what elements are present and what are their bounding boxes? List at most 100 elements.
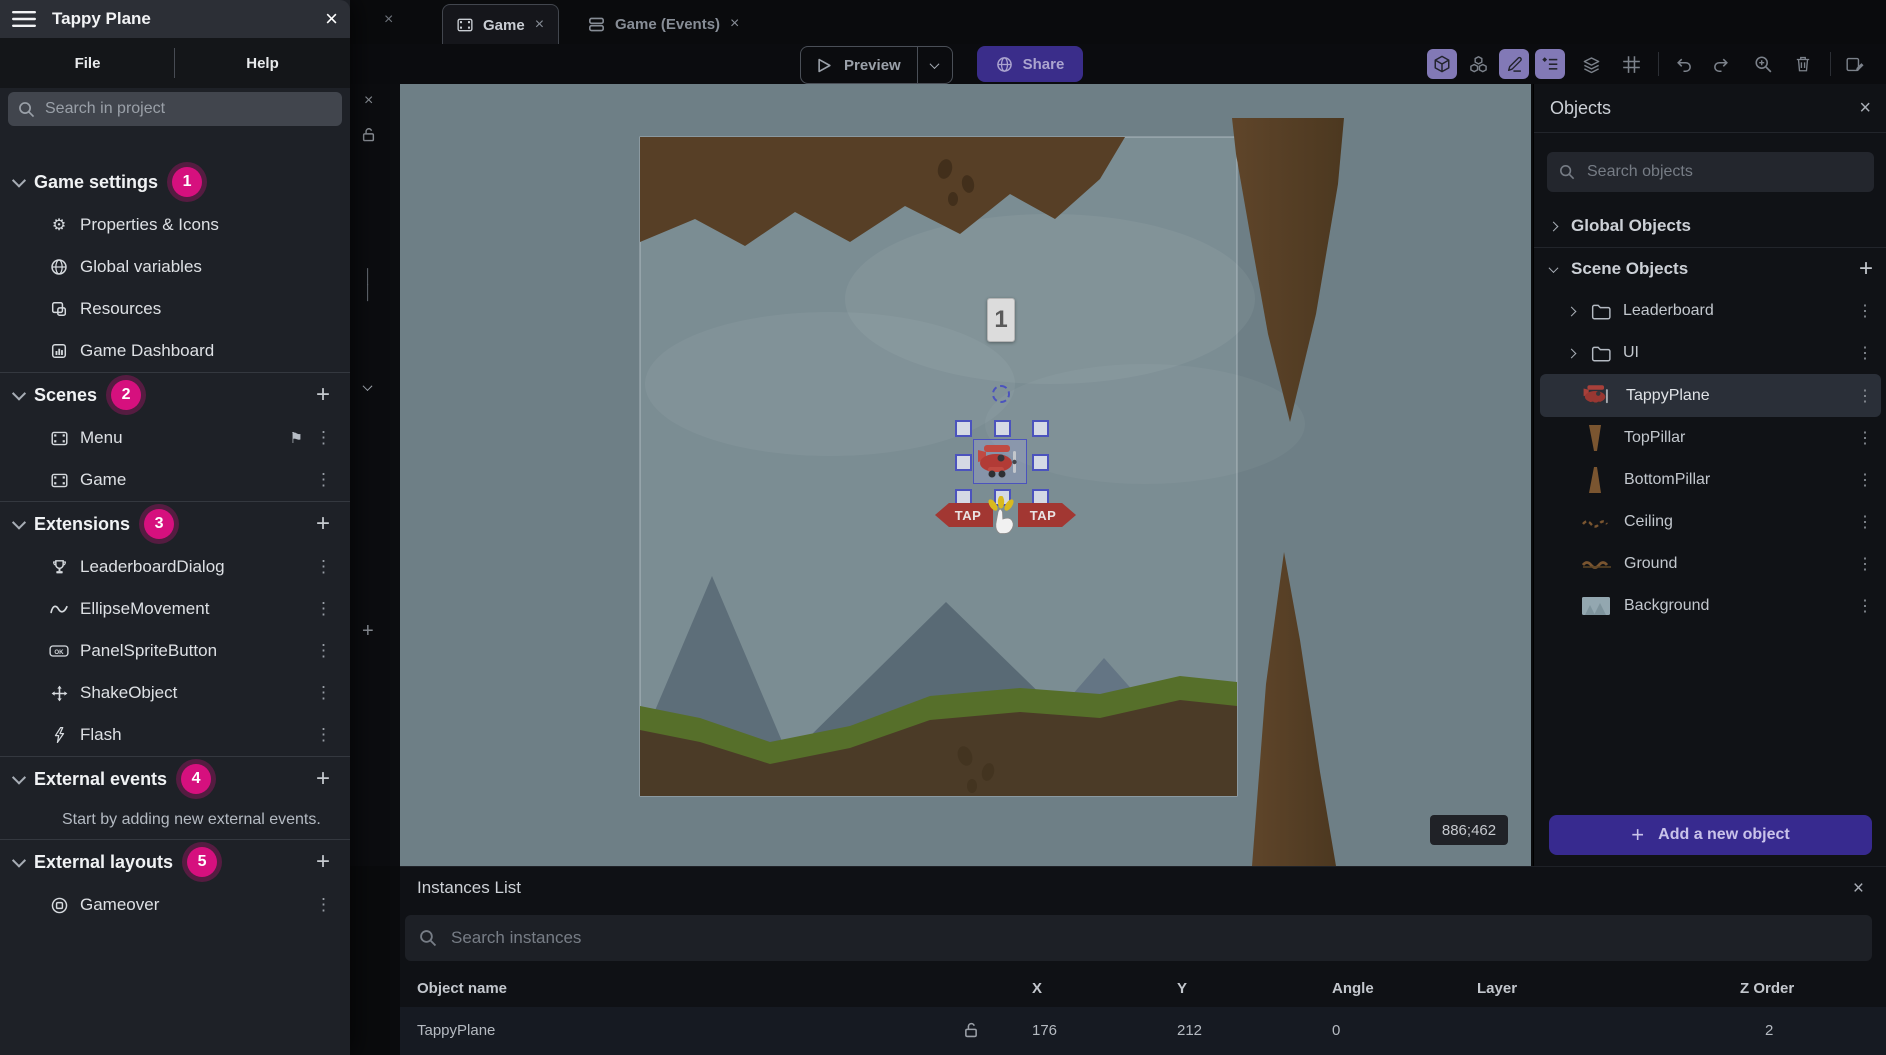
kebab-menu-icon[interactable]: ⋮ [315,557,332,577]
delete-button[interactable] [1788,49,1818,79]
kebab-menu-icon[interactable]: ⋮ [315,725,332,745]
resize-handle-w[interactable] [955,454,972,471]
object-folder-leaderboard[interactable]: Leaderboard ⋮ [1534,290,1886,332]
add-scene-button[interactable]: + [316,381,336,409]
kebab-menu-icon[interactable]: ⋮ [315,470,332,490]
hamburger-menu-icon[interactable] [12,10,36,28]
col-x[interactable]: X [1032,980,1042,997]
rotation-handle[interactable] [992,385,1010,403]
lock-icon[interactable] [360,126,377,143]
item-ext-ellipsemovement[interactable]: EllipseMovement ⋮ [0,588,350,630]
project-search-input[interactable] [43,99,332,119]
selected-plane-instance[interactable] [973,439,1027,484]
add-external-event-button[interactable]: + [316,765,336,793]
objects-group-scene[interactable]: Scene Objects + [1534,248,1886,290]
tab-game-events[interactable]: Game (Events) × [574,4,753,44]
zoom-button[interactable] [1748,49,1778,79]
preview-button[interactable]: Preview [800,46,953,84]
item-ext-panelspritebutton[interactable]: OK PanelSpriteButton ⋮ [0,630,350,672]
tab-game[interactable]: Game × [442,4,559,45]
section-scenes[interactable]: Scenes 2 + [0,373,350,417]
item-game-dashboard[interactable]: Game Dashboard [0,330,350,372]
objects-panel-toggle-button[interactable] [1427,49,1457,79]
objects-search-box[interactable] [1547,152,1874,192]
resize-handle-ne[interactable] [1032,420,1049,437]
item-resources[interactable]: Resources [0,288,350,330]
grid-toggle-button[interactable] [1616,49,1646,79]
layers-panel-toggle-button[interactable] [1576,49,1606,79]
tab-game-close-icon[interactable]: × [535,16,544,34]
item-layout-gameover[interactable]: Gameover ⋮ [0,884,350,926]
col-layer[interactable]: Layer [1477,980,1517,997]
kebab-menu-icon[interactable]: ⋮ [315,683,332,703]
tab-game-events-close-icon[interactable]: × [730,15,739,33]
hidden-tab-close-icon[interactable]: × [384,11,393,29]
menu-file[interactable]: File [0,55,175,72]
objects-search-input[interactable] [1585,162,1862,182]
kebab-menu-icon[interactable]: ⋮ [315,599,332,619]
properties-panel-toggle-button[interactable] [1499,49,1529,79]
kebab-menu-icon[interactable]: ⋮ [1857,428,1873,448]
kebab-menu-icon[interactable]: ⋮ [315,895,332,915]
item-scene-game[interactable]: Game ⋮ [0,459,350,501]
item-properties-icons[interactable]: ⚙ Properties & Icons [0,204,350,246]
resize-handle-n[interactable] [994,420,1011,437]
scene-canvas[interactable]: 1 TAP TAP [400,84,1531,866]
share-button[interactable]: Share [977,46,1083,82]
section-external-layouts[interactable]: External layouts 5 + [0,840,350,884]
panel-close-icon[interactable]: × [364,92,373,110]
object-item-ceiling[interactable]: Ceiling ⋮ [1534,501,1886,543]
kebab-menu-icon[interactable]: ⋮ [1857,470,1873,490]
undo-button[interactable] [1668,49,1698,79]
preview-button-main[interactable]: Preview [801,47,917,83]
instances-search-input[interactable] [449,927,1858,949]
menu-help[interactable]: Help [175,55,350,72]
drawer-close-icon[interactable]: × [325,8,338,30]
item-global-variables[interactable]: Global variables [0,246,350,288]
object-folder-ui[interactable]: UI ⋮ [1534,332,1886,374]
section-external-events[interactable]: External events 4 + [0,757,350,801]
col-y[interactable]: Y [1177,980,1187,997]
object-item-background[interactable]: Background ⋮ [1534,585,1886,627]
object-item-tappyplane[interactable]: TappyPlane ⋮ [1534,374,1886,417]
add-external-layout-button[interactable]: + [316,848,336,876]
instances-list-close-icon[interactable]: × [1853,878,1864,900]
item-ext-shakeobject[interactable]: ShakeObject ⋮ [0,672,350,714]
kebab-menu-icon[interactable]: ⋮ [1857,554,1873,574]
kebab-menu-icon[interactable]: ⋮ [1857,596,1873,616]
object-item-toppillar[interactable]: TopPillar ⋮ [1534,417,1886,459]
project-search-box[interactable] [8,92,342,126]
add-extension-button[interactable]: + [316,510,336,538]
instance-row-tappyplane[interactable]: TappyPlane 176 212 0 2 [400,1007,1886,1055]
object-item-ground[interactable]: Ground ⋮ [1534,543,1886,585]
preview-dropdown-button[interactable] [917,47,952,83]
kebab-menu-icon[interactable]: ⋮ [1857,343,1873,363]
item-ext-leaderboarddialog[interactable]: LeaderboardDialog ⋮ [0,546,350,588]
kebab-menu-icon[interactable]: ⋮ [315,641,332,661]
col-object-name[interactable]: Object name [417,980,507,997]
item-scene-menu[interactable]: Menu ⚑ ⋮ [0,417,350,459]
object-item-bottompillar[interactable]: BottomPillar ⋮ [1534,459,1886,501]
section-game-settings[interactable]: Game settings 1 [0,160,350,204]
section-extensions[interactable]: Extensions 3 + [0,502,350,546]
instances-panel-toggle-button[interactable] [1463,49,1493,79]
instances-search-box[interactable] [405,915,1872,961]
resize-handle-e[interactable] [1032,454,1049,471]
unlock-icon[interactable] [962,1021,980,1039]
add-object-plus-icon[interactable]: + [1859,255,1873,283]
col-z-order[interactable]: Z Order [1740,980,1794,997]
kebab-menu-icon[interactable]: ⋮ [1857,512,1873,532]
add-new-object-button[interactable]: + Add a new object [1549,815,1872,855]
kebab-menu-icon[interactable]: ⋮ [1857,301,1873,321]
objects-group-global[interactable]: Global Objects [1534,204,1886,248]
resize-handle-nw[interactable] [955,420,972,437]
kebab-menu-icon[interactable]: ⋮ [1857,386,1873,406]
objects-panel-close-icon[interactable]: × [1859,97,1871,120]
plus-icon[interactable]: + [362,620,374,643]
col-angle[interactable]: Angle [1332,980,1374,997]
kebab-menu-icon[interactable]: ⋮ [315,428,332,448]
chevron-down-icon[interactable] [363,381,373,391]
edit-scene-properties-button[interactable] [1840,49,1870,79]
redo-button[interactable] [1706,49,1736,79]
instances-list-toggle-button[interactable] [1535,49,1565,79]
